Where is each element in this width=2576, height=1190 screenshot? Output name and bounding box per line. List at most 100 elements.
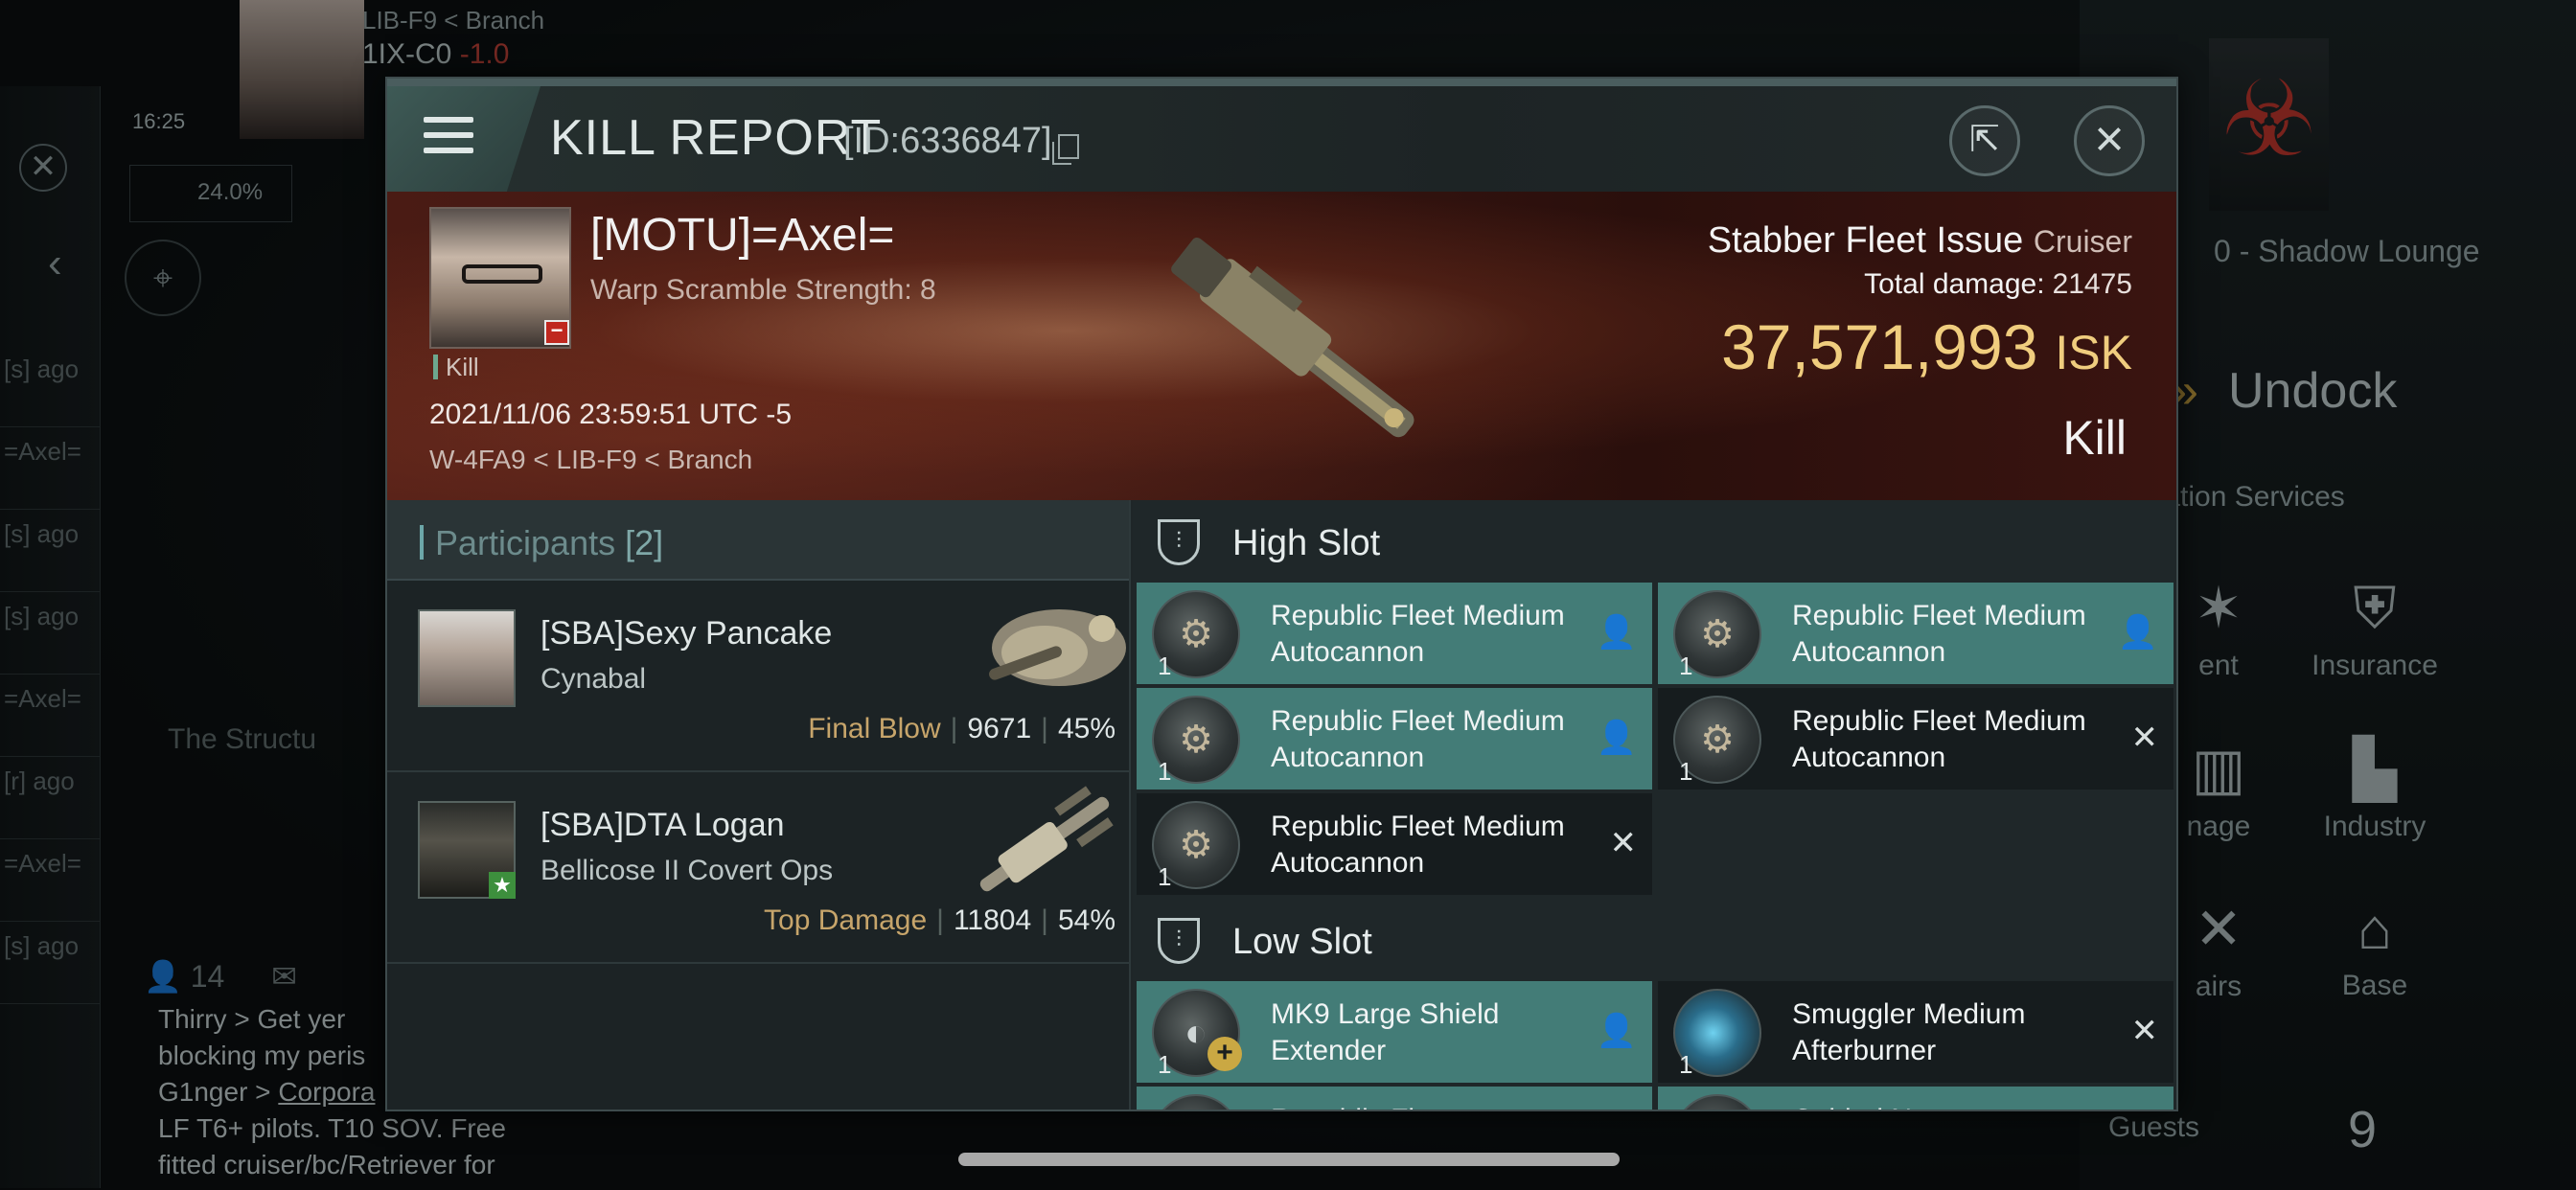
participant-stats: Final Blow | 9671 | 45% (808, 713, 1116, 744)
low-slot-icon: ⫶ (1158, 918, 1200, 964)
insurance-button[interactable]: ⛨ Insurance (2293, 575, 2456, 682)
shield-icon: ⛨ (2353, 576, 2397, 640)
module-item[interactable]: ⚙ 1 Republic Fleet Medium Autocannon 👤 (1137, 688, 1652, 790)
module-name: Smuggler Medium Afterburner (1792, 998, 2026, 1066)
dropped-person-icon: 👤 (1596, 720, 1637, 756)
module-item[interactable]: ⚙ 1 Republic Fleet (1137, 1087, 1652, 1110)
close-button[interactable]: × (2074, 105, 2145, 176)
dropped-person-icon: 👤 (1596, 1013, 1637, 1049)
close-icon[interactable]: ✕ (19, 144, 67, 192)
window-top-border (387, 79, 2176, 86)
module-icon: ⚙ (1152, 1094, 1240, 1110)
module-name: MK9 Large Shield Extender (1271, 998, 1500, 1066)
menu-button[interactable] (387, 86, 540, 192)
chat-time: =Axel= (0, 427, 101, 510)
mail-icon[interactable]: ✉ (271, 959, 297, 994)
person-icon: 👤 (144, 959, 182, 994)
destroyed-x-icon: ✕ (1609, 825, 1638, 861)
victim-name[interactable]: [MOTU]=Axel= (590, 209, 894, 262)
external-link-icon: ⇱ (1969, 120, 2000, 160)
kill-report-window: KILL REPORT [ID:6336847] ⇱ × − [MOTU]=Ax… (385, 77, 2178, 1111)
chat-time: [s] ago (0, 922, 101, 1004)
station-name: 0 - Shadow Lounge (2214, 234, 2480, 268)
module-name: Republic Fleet Medium Autocannon (1271, 705, 1565, 773)
copy-icon[interactable] (1052, 134, 1079, 165)
participant-row[interactable]: ★ [SBA]DTA Logan Bellicose II Covert Ops… (387, 772, 1129, 964)
chevron-left-icon[interactable]: ‹ (48, 240, 62, 287)
high-slot-header: ⫶ High Slot (1133, 500, 2176, 583)
module-item[interactable]: 1 Smuggler Medium Afterburner ✕ (1658, 981, 2174, 1083)
total-damage: Total damage: 21475 (1864, 268, 2132, 300)
high-slot-modules: ⚙ 1 Republic Fleet Medium Autocannon 👤 ⚙… (1133, 583, 2176, 899)
cargo-stat[interactable]: 24.0% (129, 165, 292, 222)
factory-icon: ▙ (2352, 737, 2398, 801)
victim-ship-name[interactable]: Stabber Fleet Issue Cruiser (1708, 220, 2132, 262)
kill-report-header: KILL REPORT [ID:6336847] ⇱ × (387, 86, 2176, 192)
system-name: 1IX-C0 -1.0 (362, 38, 510, 70)
module-item[interactable]: ◐ + 1 MK9 Large Shield Extender 👤 (1137, 981, 1652, 1083)
chat-time: [s] ago (0, 345, 101, 427)
location-pin-icon[interactable]: ⌖ (125, 240, 201, 316)
close-icon: × (2094, 110, 2125, 168)
star-badge-icon: ★ (489, 872, 516, 899)
module-item[interactable]: ⚙ 1 Republic Fleet Medium Autocannon ✕ (1658, 688, 2174, 790)
window-title: KILL REPORT (550, 110, 883, 166)
high-slot-title: High Slot (1232, 523, 1381, 563)
module-name: Republic Fleet Medium Autocannon (1271, 600, 1565, 668)
module-quantity: 1 (1679, 1050, 1693, 1079)
home-indicator (958, 1153, 1620, 1166)
module-icon: ⚙ (1673, 1094, 1761, 1110)
chat-time: [r] ago (0, 757, 101, 839)
share-button[interactable]: ⇱ (1949, 105, 2020, 176)
module-quantity: 1 (1158, 652, 1172, 680)
participant-name: [SBA]DTA Logan (540, 807, 785, 843)
isk-value: 37,571,993 ISK (1721, 311, 2132, 382)
participant-row[interactable]: [SBA]Sexy Pancake Cynabal Final Blow | 967… (387, 581, 1129, 772)
location-line: LIB-F9 < Branch (362, 6, 545, 34)
participants-header: Participants [2] (387, 500, 1129, 581)
module-quantity: 1 (1158, 757, 1172, 786)
dropped-person-icon: 👤 (1596, 614, 1637, 651)
module-name: Republic Fleet (1271, 1102, 1587, 1110)
people-count[interactable]: 👤 14 ✉ (144, 958, 297, 995)
participant-ship-image (979, 786, 1114, 892)
chat-time: [s] ago (0, 592, 101, 675)
hamburger-icon (424, 117, 473, 163)
industry-button[interactable]: ▙ Industry (2293, 736, 2456, 843)
destroyed-x-icon: ✕ (2130, 1013, 2159, 1049)
chat-time: =Axel= (0, 839, 101, 922)
victim-ship-image (1171, 238, 1414, 438)
kill-result-label: Kill (2062, 411, 2127, 465)
standing-badge-icon: − (544, 320, 569, 345)
kill-tag: Kill (433, 355, 479, 379)
guests-count: 9 (2348, 1101, 2378, 1158)
base-icon: ⌂ (2357, 897, 2393, 961)
module-name: Republic Fleet Medium Autocannon (1792, 705, 2086, 773)
plus-badge-icon: + (1208, 1037, 1242, 1071)
participant-stats: Top Damage | 11804 | 54% (764, 904, 1116, 936)
chat-line: LF T6+ pilots. T10 SOV. Free fitted crui… (158, 1113, 506, 1190)
participant-portrait (418, 609, 516, 707)
module-quantity: 1 (1158, 1050, 1172, 1079)
module-quantity: 1 (1158, 862, 1172, 891)
module-item[interactable]: ⚙ 1 Republic Fleet Medium Autocannon 👤 (1137, 583, 1652, 684)
module-item[interactable]: ⚙ 1 Caldari N (1658, 1087, 2174, 1110)
participants-panel: Participants [2] [SBA]Sexy Pancake Cynab… (387, 500, 1131, 1110)
guests-label: Guests (2108, 1111, 2200, 1143)
dropped-person-icon: 👤 (2117, 614, 2158, 651)
base-button[interactable]: ⌂ Base (2293, 896, 2456, 1002)
kill-location[interactable]: W-4FA9 < LIB-F9 < Branch (429, 445, 752, 475)
clock: 16:25 (132, 109, 186, 133)
kill-id: [ID:6336847] (843, 121, 1052, 161)
participant-ship: Cynabal (540, 663, 647, 695)
chat-time: =Axel= (0, 675, 101, 757)
chat-time: [s] ago (0, 510, 101, 592)
module-name: Republic Fleet Medium Autocannon (1792, 600, 2086, 668)
low-slot-header: ⫶ Low Slot (1133, 899, 2176, 981)
player-avatar[interactable] (240, 0, 364, 139)
biohazard-icon: ☣ (2209, 38, 2329, 211)
module-item[interactable]: ⚙ 1 Republic Fleet Medium Autocannon ✕ (1137, 793, 1652, 895)
module-item[interactable]: ⚙ 1 Republic Fleet Medium Autocannon 👤 (1658, 583, 2174, 684)
chat-timestamps: [s] ago =Axel= [s] ago [s] ago =Axel= [r… (0, 345, 101, 1004)
undock-button[interactable]: Undock (2228, 362, 2397, 420)
